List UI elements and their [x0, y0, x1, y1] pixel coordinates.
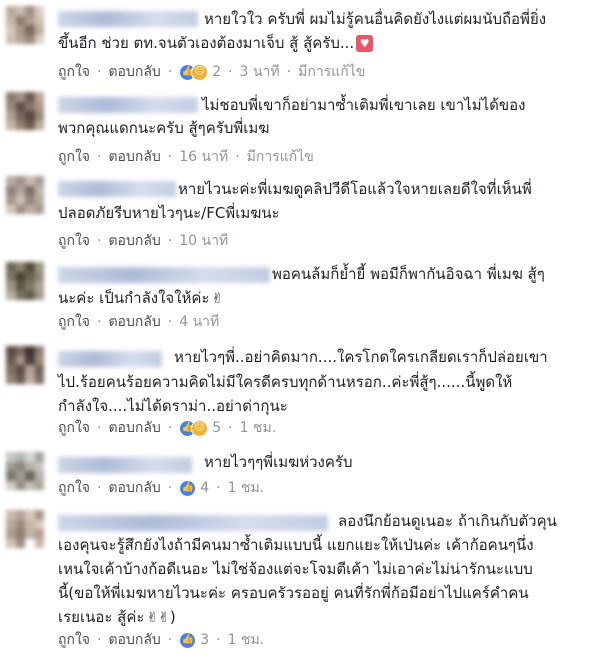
separator: ·: [167, 233, 173, 249]
separator: ·: [97, 480, 102, 496]
commenter-name-blurred[interactable]: [58, 515, 328, 531]
reaction-count: 4: [200, 480, 210, 496]
comment-text-line: หายใวใว ครับพี่ ผมไม่รู้คนอื่นคิดยังไงแต…: [204, 10, 547, 28]
separator: ·: [235, 149, 240, 165]
commenter-name-blurred[interactable]: [58, 457, 192, 473]
separator: ·: [167, 480, 173, 496]
comment-actions: ถูกใจ · ตอบกลับ · 4 นาที: [58, 312, 219, 332]
separator: ·: [167, 64, 173, 80]
comment-actions: ถูกใจ · ตอบกลับ · 👍 4 · 1 ชม.: [58, 478, 264, 498]
comment-text-line: เรยเนอะ สู้ค่ะ ✌✌): [58, 608, 176, 626]
commenter-name-blurred[interactable]: [58, 11, 198, 27]
comment-time[interactable]: 4 นาที: [179, 312, 219, 332]
comment-time[interactable]: 3 นาที: [240, 62, 280, 82]
comment-text-line: หายไวๆพี่..อย่าคิดมาก....ใครโกดใครเกลียด…: [174, 348, 548, 366]
comment-actions: ถูกใจ · ตอบกลับ · 16 นาที · มีการแก้ไข: [58, 147, 314, 167]
reply-link[interactable]: ตอบกลับ: [108, 478, 160, 498]
separator: ·: [167, 420, 173, 436]
separator: ·: [216, 480, 221, 496]
comment-text-line: พอคนล้มก็ย้ำยี้ พอมีก็พากันอิจฉา พี่เมฆ …: [272, 265, 545, 283]
separator: ·: [167, 632, 173, 648]
avatar[interactable]: [6, 452, 44, 490]
separator: ·: [97, 632, 102, 648]
victory-hand-emoji-icon: ✌: [211, 291, 224, 307]
comment-time[interactable]: 16 นาที: [179, 147, 228, 167]
comment-text-line: หายไวๆๆพี่เมฆห่วงครับ: [204, 453, 353, 471]
separator: ·: [97, 149, 102, 165]
comment-text-line: พวกคุณแดกนะครับ สู้ๆครับพี่เมฆ: [58, 119, 270, 137]
comment-time[interactable]: 1 ชม.: [228, 630, 265, 650]
comment-time[interactable]: 1 ชม.: [240, 418, 277, 438]
avatar[interactable]: [6, 92, 44, 130]
reaction-summary[interactable]: 👍 ☹: [179, 63, 209, 81]
separator: ·: [167, 149, 173, 165]
comment-actions: ถูกใจ · ตอบกลับ · 👍 ☹ 5 · 1 ชม.: [58, 418, 276, 438]
like-link[interactable]: ถูกใจ: [58, 312, 90, 332]
separator: ·: [97, 64, 102, 80]
comment-text-line: ลองนึกย้อนดูเนอะ ถ้าเกินกับตัวคุน: [338, 512, 557, 530]
like-link[interactable]: ถูกใจ: [58, 418, 90, 438]
separator: ·: [167, 314, 173, 330]
comment-text-line: กำลังใจ....ไม่ได้ดราม่า..อย่าด่ากุนะ: [58, 397, 288, 415]
reaction-summary[interactable]: 👍: [179, 479, 197, 497]
comment-time[interactable]: 10 นาที: [179, 231, 228, 251]
reply-link[interactable]: ตอบกลับ: [108, 147, 160, 167]
avatar[interactable]: [6, 262, 44, 300]
comment-text-line: เหนใจเค้าบ้างก้อดีเนอะ ไม่ใช่จ้องแต่จะโจ…: [58, 560, 533, 578]
comment-thread: หายใวใว ครับพี่ ผมไม่รู้คนอื่นคิดยังไงแต…: [0, 0, 600, 655]
reaction-summary[interactable]: 👍 ☹: [179, 419, 209, 437]
comment-text-line: หายไวนะค่ะพี่เมฆดูคลิปวีดีโอแล้วใจหายเลย…: [178, 180, 532, 198]
like-link[interactable]: ถูกใจ: [58, 147, 90, 167]
avatar[interactable]: [6, 346, 44, 384]
avatar[interactable]: [6, 510, 44, 548]
comment-time[interactable]: 1 ชม.: [228, 478, 265, 498]
reply-link[interactable]: ตอบกลับ: [108, 231, 160, 251]
commenter-name-blurred[interactable]: [58, 351, 162, 367]
like-link[interactable]: ถูกใจ: [58, 62, 90, 82]
edited-label[interactable]: มีการแก้ไข: [298, 62, 365, 82]
reaction-count: 2: [212, 64, 222, 80]
reaction-count: 3: [200, 632, 210, 648]
separator: ·: [97, 420, 102, 436]
like-link[interactable]: ถูกใจ: [58, 231, 90, 251]
avatar[interactable]: [6, 176, 44, 214]
comment-text-line: ขึ้นอีก ช่วย ตท.จนตัวเองต้องมาเจ็บ สู้ ส…: [58, 32, 374, 54]
comment-text-line: ไม่ชอบพี่เขาก็อย่ามาซ้ำเติมพี่เขาเลย เขา…: [202, 96, 526, 114]
commenter-name-blurred[interactable]: [58, 97, 198, 113]
like-reaction-icon: 👍: [179, 631, 197, 649]
like-link[interactable]: ถูกใจ: [58, 630, 90, 650]
comment-text-line: นี้(ขอให้พี่เมฆหายไวนะค่ะ ครอบครัวรออยู่…: [58, 584, 529, 602]
reaction-summary[interactable]: 👍: [179, 631, 197, 649]
comment-text-line: ไป.ร้อยคนร้อยความคิดไม่มีใครดีครบทุกด้าน…: [58, 373, 513, 391]
avatar[interactable]: [6, 6, 44, 44]
like-link[interactable]: ถูกใจ: [58, 478, 90, 498]
separator: ·: [286, 64, 292, 80]
comment-actions: ถูกใจ · ตอบกลับ · 👍 ☹ 2 · 3 นาที · มีการ…: [58, 62, 365, 82]
heart-emoji-icon: ♥: [356, 35, 374, 52]
separator: ·: [97, 233, 102, 249]
separator: ·: [216, 632, 221, 648]
victory-hand-emoji-icon: ✌✌: [146, 610, 170, 626]
reply-link[interactable]: ตอบกลับ: [108, 630, 160, 650]
sad-reaction-icon: ☹: [191, 419, 209, 437]
reply-link[interactable]: ตอบกลับ: [108, 312, 160, 332]
comment-text-line: นะค่ะ เป็นกำลังใจให้ค่ะ ✌: [58, 289, 224, 307]
separator: ·: [97, 314, 102, 330]
comment-text-line: เองคุนจะรู้สึกยังไงถ้ามีคนมาซ้ำเติมแบบนี…: [58, 536, 534, 554]
separator: ·: [228, 420, 233, 436]
reply-link[interactable]: ตอบกลับ: [108, 62, 160, 82]
reply-link[interactable]: ตอบกลับ: [108, 418, 160, 438]
comment-text-line: ปลอดภัยรีบหายไวๆนะ/FCพี่เมฆนะ: [58, 204, 280, 222]
separator: ·: [228, 64, 233, 80]
commenter-name-blurred[interactable]: [58, 181, 176, 197]
like-reaction-icon: 👍: [179, 479, 197, 497]
angry-reaction-icon: ☹: [191, 63, 209, 81]
commenter-name-blurred[interactable]: [58, 267, 270, 283]
reaction-count: 5: [212, 420, 222, 436]
edited-label[interactable]: มีการแก้ไข: [247, 147, 314, 167]
comment-actions: ถูกใจ · ตอบกลับ · 👍 3 · 1 ชม.: [58, 630, 264, 650]
comment-actions: ถูกใจ · ตอบกลับ · 10 นาที: [58, 231, 228, 251]
